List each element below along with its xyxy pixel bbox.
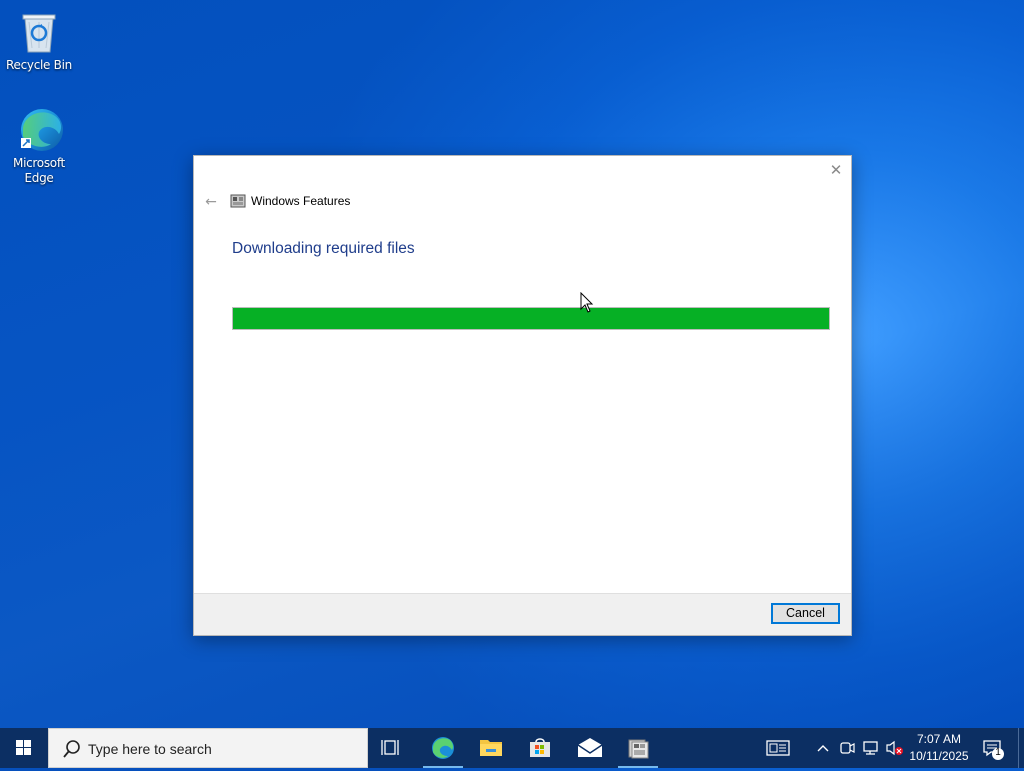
taskbar-clock[interactable]: 7:07 AM 10/11/2025 bbox=[904, 731, 974, 765]
desktop-icon-edge[interactable]: Microsoft Edge bbox=[1, 106, 77, 186]
desktop-icon-recycle-bin[interactable]: Recycle Bin bbox=[1, 8, 77, 73]
network-button[interactable] bbox=[860, 728, 882, 768]
download-progress-bar bbox=[232, 307, 830, 330]
show-hidden-icons-button[interactable] bbox=[812, 728, 834, 768]
news-icon bbox=[766, 740, 790, 756]
task-view-icon bbox=[381, 740, 399, 755]
action-center-button[interactable]: 1 bbox=[980, 728, 1008, 768]
recycle-bin-icon bbox=[17, 8, 61, 56]
progress-fill bbox=[233, 308, 829, 329]
close-icon[interactable]: ✕ bbox=[827, 161, 845, 179]
windows-features-icon bbox=[628, 739, 649, 759]
edge-icon bbox=[432, 737, 454, 759]
taskbar-app-windows-features[interactable] bbox=[614, 728, 662, 768]
taskbar-app-store[interactable] bbox=[516, 728, 564, 768]
taskbar: Type here to search 7:07 AM 10/11/2025 1 bbox=[0, 728, 1024, 768]
taskbar-app-file-explorer[interactable] bbox=[467, 728, 515, 768]
edge-icon bbox=[17, 106, 63, 154]
volume-muted-icon bbox=[886, 740, 903, 756]
file-explorer-icon bbox=[480, 740, 502, 756]
search-icon bbox=[62, 739, 82, 759]
task-view-button[interactable] bbox=[368, 728, 416, 768]
show-desktop-button[interactable] bbox=[1018, 728, 1024, 768]
network-icon bbox=[863, 741, 878, 755]
meet-now-icon bbox=[840, 742, 855, 754]
taskbar-app-mail[interactable] bbox=[566, 728, 614, 768]
store-icon bbox=[530, 738, 550, 757]
back-arrow-icon[interactable]: ← bbox=[202, 193, 220, 211]
news-button[interactable] bbox=[762, 728, 796, 768]
clock-date: 10/11/2025 bbox=[909, 749, 969, 763]
windows-features-app-icon bbox=[230, 193, 246, 209]
edge-label-text: Microsoft Edge bbox=[13, 156, 65, 185]
dialog-heading: Downloading required files bbox=[232, 240, 415, 257]
desktop-icon-label: Microsoft Edge bbox=[1, 156, 77, 186]
meet-now-button[interactable] bbox=[836, 728, 858, 768]
start-button[interactable] bbox=[0, 728, 48, 768]
chevron-up-icon bbox=[817, 745, 829, 752]
search-placeholder: Type here to search bbox=[88, 741, 212, 757]
volume-button[interactable] bbox=[884, 728, 906, 768]
taskbar-search-box[interactable]: Type here to search bbox=[48, 728, 368, 768]
windows-logo-icon bbox=[16, 740, 31, 755]
mouse-cursor-icon bbox=[580, 291, 594, 314]
taskbar-app-edge[interactable] bbox=[419, 728, 467, 768]
desktop-icon-label: Recycle Bin bbox=[6, 58, 72, 72]
notification-count-badge: 1 bbox=[995, 747, 1001, 758]
dialog-title: Windows Features bbox=[251, 194, 351, 208]
dialog-footer: Cancel bbox=[194, 593, 851, 635]
cancel-button[interactable]: Cancel bbox=[771, 603, 840, 624]
clock-time: 7:07 AM bbox=[916, 732, 962, 746]
mail-icon bbox=[577, 738, 603, 757]
windows-features-dialog: ✕ ← Windows Features Downloading require… bbox=[193, 155, 852, 636]
